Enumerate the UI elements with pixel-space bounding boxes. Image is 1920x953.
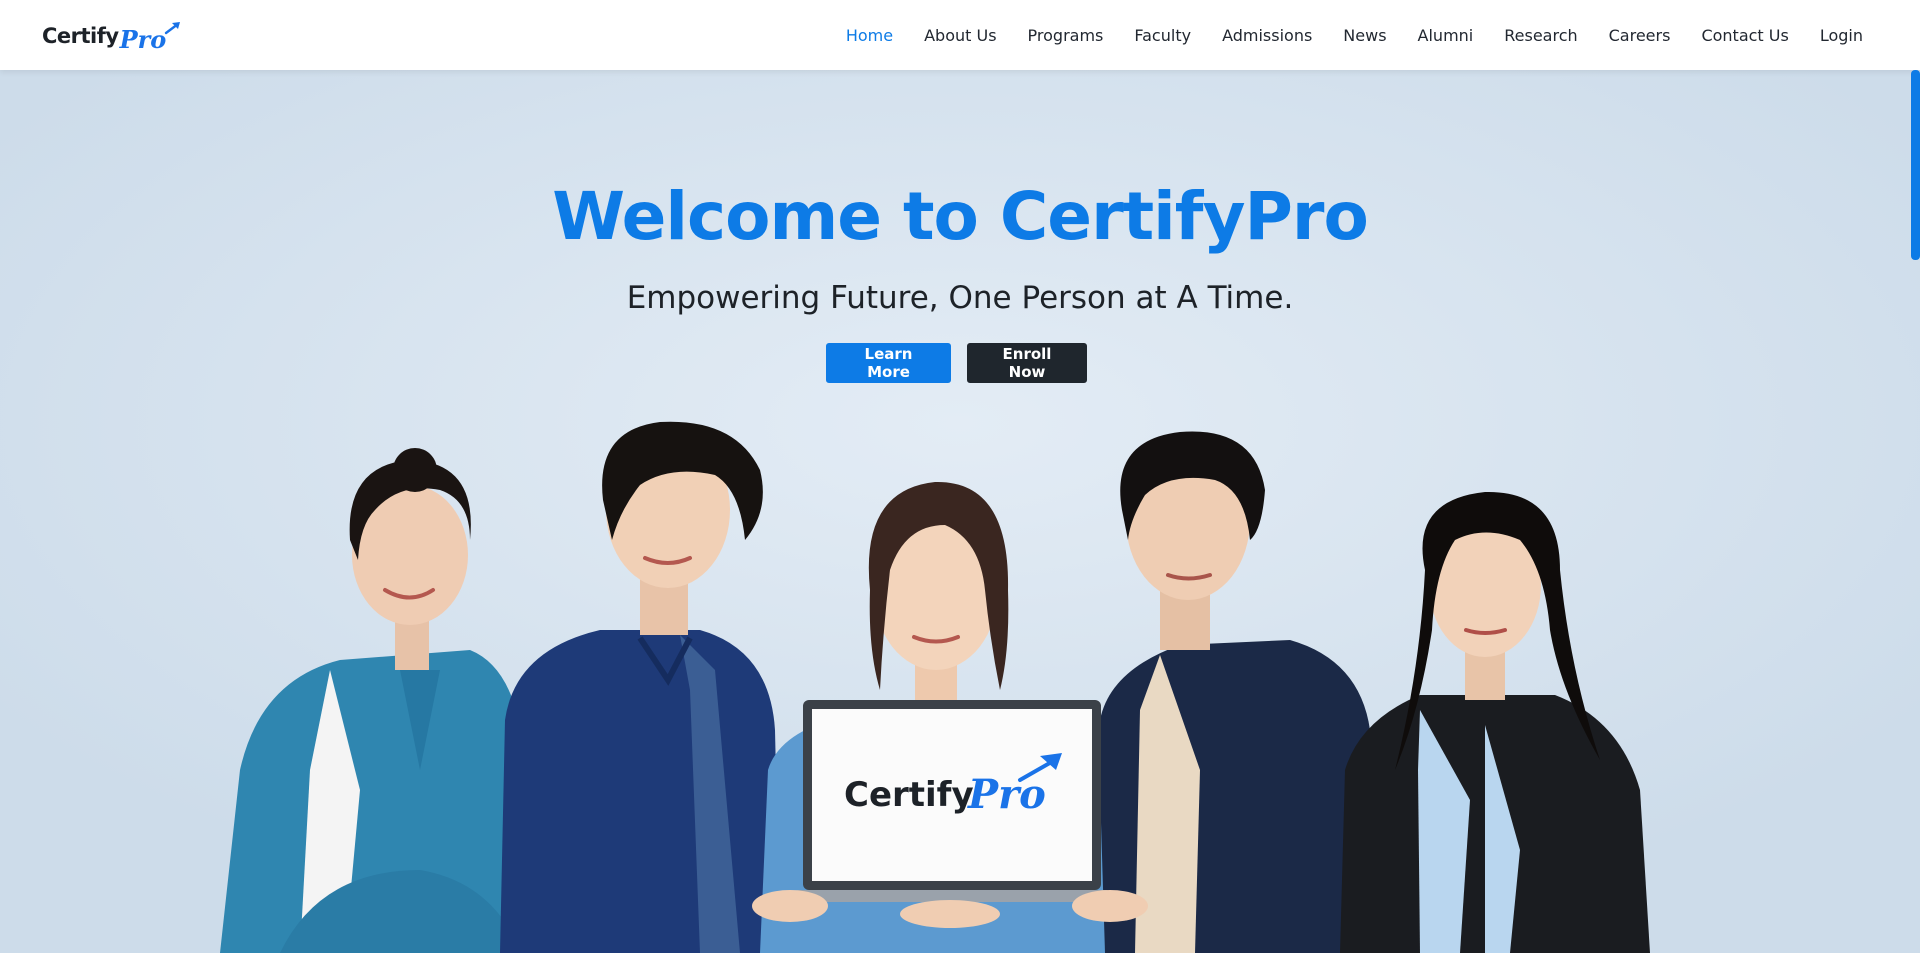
hero-section: Certify Pro Welcome to CertifyPro Empowe…: [0, 70, 1920, 953]
learn-more-button[interactable]: Learn More: [826, 343, 951, 383]
site-logo[interactable]: Certify Pro: [42, 14, 182, 58]
hero-subtitle: Empowering Future, One Person at A Time.: [626, 280, 1294, 316]
nav-home[interactable]: Home: [846, 26, 893, 45]
nav-research[interactable]: Research: [1504, 26, 1577, 45]
main-nav: Home About Us Programs Faculty Admission…: [815, 0, 1863, 70]
hero-title: Welcome to CertifyPro: [552, 178, 1369, 255]
page-scrollbar[interactable]: [1911, 0, 1920, 953]
nav-alumni[interactable]: Alumni: [1418, 26, 1474, 45]
nav-news[interactable]: News: [1343, 26, 1386, 45]
svg-text:Pro: Pro: [967, 771, 1046, 818]
top-navbar: Certify Pro Home About Us Programs Facul…: [0, 0, 1920, 70]
logo-text-pro: Pro: [119, 24, 167, 54]
nav-login[interactable]: Login: [1820, 26, 1863, 45]
nav-contact-us[interactable]: Contact Us: [1701, 26, 1788, 45]
nav-careers[interactable]: Careers: [1609, 26, 1671, 45]
nav-programs[interactable]: Programs: [1028, 26, 1104, 45]
nav-about-us[interactable]: About Us: [924, 26, 996, 45]
scrollbar-thumb[interactable]: [1911, 70, 1920, 260]
nav-faculty[interactable]: Faculty: [1134, 26, 1191, 45]
logo-arrow-icon: [165, 22, 181, 35]
logo-text-certify: Certify: [42, 24, 119, 48]
laptop-illustration: Certify Pro: [752, 700, 1148, 928]
hero-cta-group: Learn More Enroll Now: [826, 343, 1087, 383]
svg-text:Certify: Certify: [844, 775, 974, 815]
nav-admissions[interactable]: Admissions: [1222, 26, 1312, 45]
enroll-now-button[interactable]: Enroll Now: [967, 343, 1087, 383]
